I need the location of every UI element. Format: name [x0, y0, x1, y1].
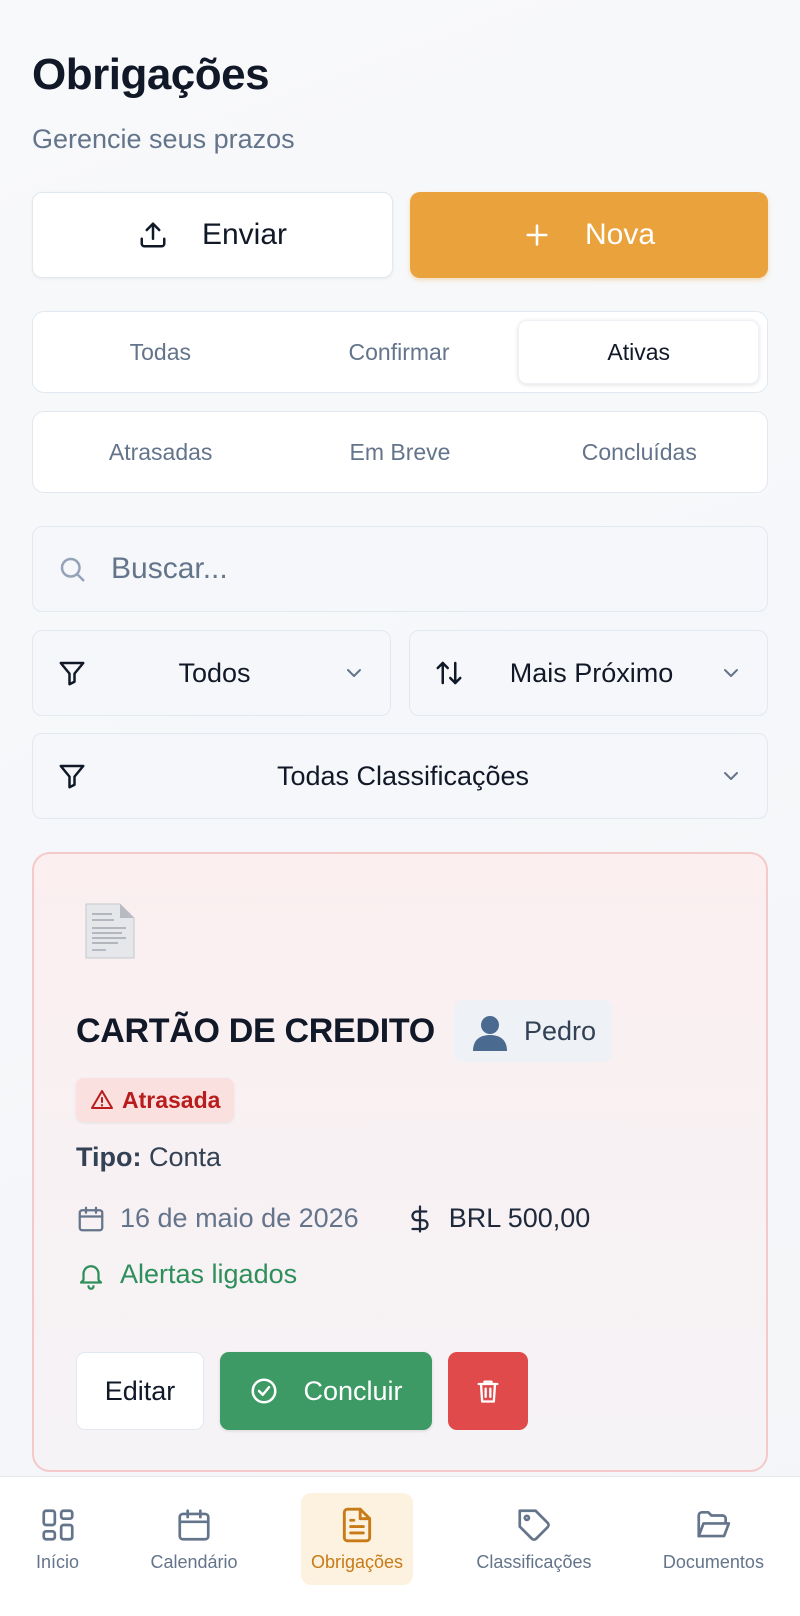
status-badge: Atrasada — [76, 1078, 235, 1122]
classification-value: Todas Classificações — [276, 760, 530, 791]
upload-button[interactable]: Enviar — [32, 192, 393, 278]
type-label: Tipo: — [76, 1142, 142, 1172]
nav-item-classificacoes[interactable]: Classificações — [468, 1493, 599, 1585]
calendar-icon — [178, 1508, 210, 1541]
edit-button[interactable]: Editar — [76, 1352, 204, 1430]
tab-atrasadas[interactable]: Atrasadas — [41, 420, 280, 484]
search-input[interactable] — [111, 552, 711, 586]
alerts-label: Alertas ligados — [120, 1259, 298, 1289]
obligation-card[interactable]: CARTÃO DE CREDITO Pedro Atrasada Tipo: C… — [32, 852, 768, 1472]
person-chip: Pedro — [454, 1000, 613, 1062]
delete-button[interactable] — [448, 1352, 528, 1430]
sort-select[interactable]: Mais Próximo — [409, 630, 768, 716]
document-icon — [342, 1507, 372, 1542]
alerts-status: Alertas ligados — [76, 1259, 297, 1290]
person-icon — [473, 1016, 507, 1051]
type-filter-select[interactable]: Todos — [32, 630, 391, 716]
trash-icon — [477, 1380, 499, 1403]
status-tabs: Todas Confirmar Ativas — [32, 311, 768, 393]
grid-icon — [41, 1508, 74, 1541]
nav-item-documentos[interactable]: Documentos — [655, 1493, 772, 1585]
complete-button[interactable]: Concluir — [220, 1352, 432, 1430]
filter-icon — [59, 661, 85, 686]
type-filter-value: Todos — [178, 657, 251, 688]
upload-button-label: Enviar — [201, 218, 288, 251]
amount-value: BRL 500,00 — [448, 1203, 591, 1233]
tab-em-breve[interactable]: Em Breve — [280, 420, 519, 484]
nav-item-inicio[interactable]: Início — [28, 1493, 87, 1585]
chevron-down-icon — [347, 669, 361, 677]
page-title: Obrigações — [32, 50, 270, 99]
tab-confirmar[interactable]: Confirmar — [280, 320, 519, 384]
filter-icon — [59, 764, 85, 789]
search-box — [32, 526, 768, 612]
nav-item-label: Obrigações — [310, 1551, 403, 1572]
nav-item-calendario[interactable]: Calendário — [142, 1493, 245, 1585]
warning-icon — [91, 1090, 113, 1109]
dollar-icon — [411, 1204, 429, 1233]
tab-concluidas[interactable]: Concluídas — [520, 420, 759, 484]
plus-icon — [526, 224, 548, 246]
new-obligation-label: Nova — [584, 218, 656, 251]
nav-item-obrigacoes[interactable]: Obrigações — [300, 1493, 413, 1585]
tab-ativas[interactable]: Ativas — [518, 320, 760, 384]
sort-value: Mais Próximo — [509, 657, 674, 688]
upload-icon — [140, 222, 166, 248]
chevron-down-icon — [724, 669, 738, 677]
obligations-page: Obrigações Gerencie seus prazos Enviar N… — [0, 0, 800, 1616]
document-thumbnail-icon — [85, 903, 135, 959]
complete-button-label: Concluir — [303, 1375, 403, 1406]
due-date-value: 16 de maio de 2026 — [120, 1203, 359, 1233]
classification-select[interactable]: Todas Classificações — [32, 733, 768, 819]
chevron-down-icon — [724, 772, 738, 780]
check-circle-icon — [251, 1378, 277, 1404]
sort-icon — [436, 661, 462, 685]
bell-icon — [79, 1264, 103, 1290]
obligation-meta: 16 de maio de 2026 BRL 500,00 — [76, 1203, 590, 1234]
search-icon — [60, 557, 85, 582]
status-badge-label: Atrasada — [122, 1086, 221, 1113]
new-obligation-button[interactable]: Nova — [410, 192, 768, 278]
folder-icon — [697, 1510, 731, 1537]
due-date: 16 de maio de 2026 — [76, 1203, 359, 1234]
tag-icon — [518, 1508, 550, 1541]
nav-item-label: Documentos — [662, 1551, 764, 1572]
tab-todas[interactable]: Todas — [41, 320, 280, 384]
nav-item-label: Calendário — [150, 1551, 238, 1572]
time-tabs: Atrasadas Em Breve Concluídas — [32, 411, 768, 493]
page-subtitle: Gerencie seus prazos — [32, 124, 295, 154]
obligation-title: CARTÃO DE CREDITO — [76, 1012, 435, 1050]
bottom-navigation: Início Calendário Obrigações Classificaç… — [0, 1476, 800, 1616]
calendar-icon — [78, 1206, 104, 1231]
nav-item-label: Início — [36, 1551, 80, 1572]
type-value: Conta — [149, 1142, 222, 1172]
amount: BRL 500,00 — [405, 1203, 591, 1234]
obligation-type: Tipo: Conta — [76, 1142, 221, 1173]
nav-item-label: Classificações — [476, 1551, 592, 1572]
person-name: Pedro — [524, 1015, 597, 1046]
